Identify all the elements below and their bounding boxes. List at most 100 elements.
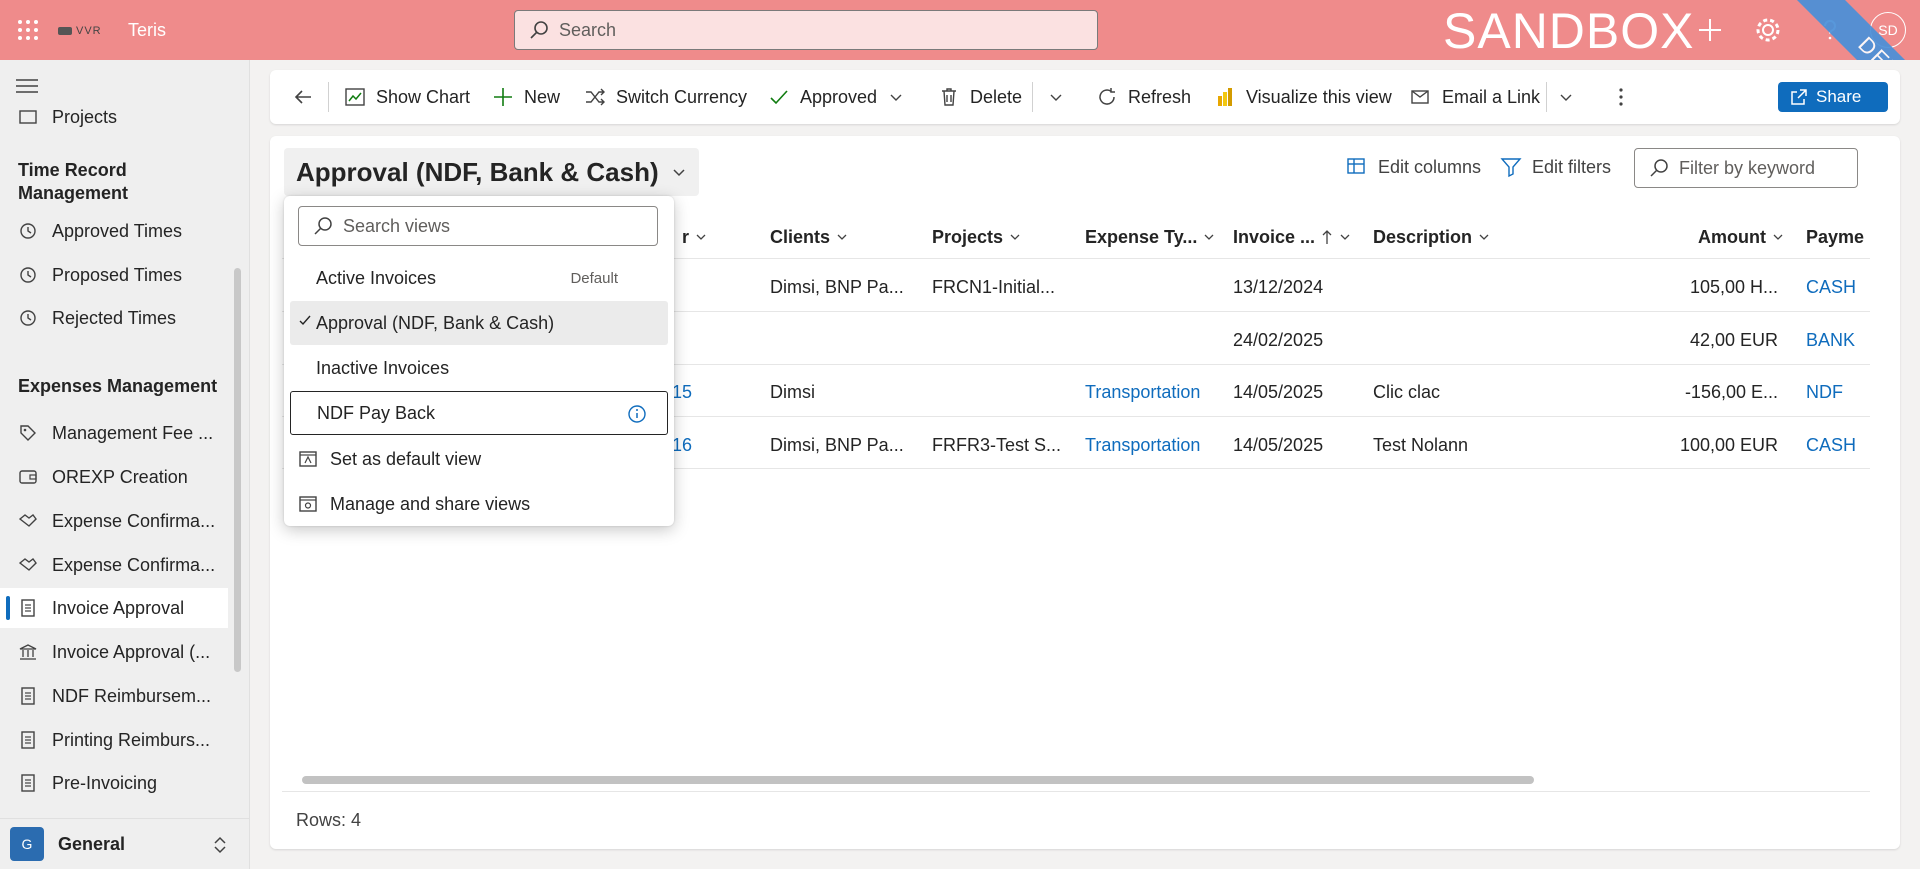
column-header-payment[interactable]: Payme (1806, 222, 1870, 252)
approved-label: Approved (800, 86, 878, 107)
new-label: New (524, 86, 561, 107)
column-header-expense-type[interactable]: Expense Ty... (1085, 222, 1215, 252)
cell-payment-link[interactable]: CASH (1806, 435, 1856, 456)
approved-button[interactable]: Approved (768, 70, 877, 124)
sidebar-scrollbar[interactable] (234, 268, 241, 672)
cell-client: Dimsi (770, 382, 815, 402)
cell-project: FRCN1-Initial... (932, 277, 1056, 297)
column-header-label: Projects (932, 226, 1004, 247)
manage-views-label: Manage and share views (330, 493, 531, 514)
view-option-approval[interactable]: Approval (NDF, Bank & Cash) (290, 301, 668, 345)
sidebar-item-orexp-creation[interactable]: OREXP Creation (0, 457, 228, 497)
set-default-view-button[interactable]: Set as default view (298, 439, 481, 479)
app-name[interactable]: Teris (128, 20, 166, 41)
cell-date: 13/12/2024 (1233, 277, 1324, 297)
new-button[interactable]: New (492, 70, 560, 124)
refresh-button[interactable]: Refresh (1096, 70, 1191, 124)
approved-dropdown-button[interactable] (888, 70, 904, 124)
filter-icon (1500, 158, 1522, 178)
gear-icon[interactable] (1754, 16, 1782, 44)
chevron-down-icon (1560, 94, 1572, 101)
column-header-description[interactable]: Description (1373, 222, 1490, 252)
delete-button[interactable]: Delete (938, 70, 1022, 124)
area-switcher[interactable]: G General (0, 818, 249, 869)
cell-payment-link[interactable]: NDF (1806, 382, 1843, 403)
power-bi-icon (1218, 88, 1232, 106)
trash-icon (942, 88, 956, 106)
search-views-input[interactable]: Search views (298, 206, 658, 246)
wallet-icon (19, 470, 37, 484)
manage-views-button[interactable]: Manage and share views (298, 484, 530, 524)
chevron-down-icon (1010, 234, 1020, 240)
plus-icon[interactable] (1696, 16, 1724, 44)
column-header-partial[interactable]: r (682, 222, 707, 252)
cell-payment-link[interactable]: CASH (1806, 277, 1856, 298)
column-header-amount[interactable]: Amount (1698, 222, 1784, 252)
cell-client: Dimsi, BNP Pa... (770, 435, 904, 455)
sidebar-item-proposed-times[interactable]: Proposed Times (0, 255, 228, 295)
cell-date: 14/05/2025 (1233, 382, 1324, 402)
sidebar-item-rejected-times[interactable]: Rejected Times (0, 298, 228, 338)
search-placeholder: Search (559, 19, 617, 40)
clock-icon (20, 310, 36, 326)
global-search-input[interactable]: Search (514, 10, 1098, 50)
sidebar-item-projects[interactable]: Projects (0, 96, 228, 138)
handshake-icon (18, 514, 37, 527)
sidebar-item-approved-times[interactable]: Approved Times (0, 211, 228, 251)
chevron-down-icon (1050, 94, 1062, 101)
sidebar-item-label: Printing Reimburs... (52, 729, 211, 750)
cell-expense-type-link[interactable]: Transportation (1085, 435, 1200, 456)
column-header-invoice-date[interactable]: Invoice ... (1233, 222, 1351, 252)
sidebar-item-ndf-reimbursement[interactable]: NDF Reimbursem... (0, 676, 228, 716)
app-launcher-icon[interactable] (16, 18, 40, 42)
view-selector[interactable]: Approval (NDF, Bank & Cash) (284, 148, 699, 196)
search-icon (1650, 159, 1668, 177)
sidebar-item-label: Pre-Invoicing (52, 772, 158, 793)
sidebar-item-label: Rejected Times (52, 307, 177, 328)
column-header-projects[interactable]: Projects (932, 222, 1021, 252)
search-views-placeholder: Search views (343, 215, 451, 236)
cell-description: Clic clac (1373, 382, 1441, 402)
share-label: Share (1816, 87, 1862, 106)
sidebar-item-label: Expense Confirma... (52, 554, 216, 575)
sidebar-item-invoice-approval[interactable]: Invoice Approval (0, 588, 228, 628)
sidebar-item-management-fee[interactable]: Management Fee ... (0, 413, 228, 453)
view-option-ndf-pay-back[interactable]: NDF Pay Back (290, 391, 668, 435)
visualize-button[interactable]: Visualize this view (1214, 70, 1392, 124)
back-button[interactable] (292, 70, 314, 124)
overflow-menu-button[interactable] (1618, 70, 1624, 124)
hamburger-menu-icon[interactable] (16, 78, 38, 94)
email-link-button[interactable]: Email a Link (1410, 70, 1540, 124)
email-link-icon (1411, 90, 1429, 104)
cell-record-link[interactable]: 15 (672, 382, 692, 403)
sidebar-item-expense-confirmation-2[interactable]: Expense Confirma... (0, 545, 228, 585)
view-option-label: Approval (NDF, Bank & Cash) (316, 312, 555, 333)
share-button[interactable]: Share (1778, 82, 1888, 112)
cell-payment-link[interactable]: BANK (1806, 330, 1855, 351)
area-label: General (58, 833, 126, 854)
sidebar-item-expense-confirmation-1[interactable]: Expense Confirma... (0, 501, 228, 541)
horizontal-scrollbar[interactable] (302, 776, 1534, 784)
info-icon[interactable] (627, 404, 647, 424)
company-logo: VVR (58, 22, 112, 40)
sidebar-item-printing-reimbursement[interactable]: Printing Reimburs... (0, 720, 228, 760)
view-option-inactive-invoices[interactable]: Inactive Invoices (290, 346, 668, 390)
document-icon (21, 599, 35, 617)
sidebar-item-invoice-approval-2[interactable]: Invoice Approval (... (0, 632, 228, 672)
edit-columns-button[interactable]: Edit columns (1346, 156, 1481, 178)
column-header-clients[interactable]: Clients (770, 222, 848, 252)
set-default-label: Set as default view (330, 448, 482, 469)
cell-record-link[interactable]: 16 (672, 435, 692, 456)
edit-filters-button[interactable]: Edit filters (1500, 156, 1611, 178)
filter-by-keyword-input[interactable]: Filter by keyword (1634, 148, 1858, 188)
show-chart-button[interactable]: Show Chart (344, 70, 470, 124)
sidebar-item-pre-invoicing[interactable]: Pre-Invoicing (0, 763, 228, 803)
email-dropdown-button[interactable] (1558, 70, 1574, 124)
search-icon (530, 21, 548, 39)
cell-expense-type-link[interactable]: Transportation (1085, 382, 1200, 403)
plus-icon (494, 88, 512, 106)
handshake-icon (18, 558, 37, 571)
more-dropdown-button[interactable] (1048, 70, 1064, 124)
view-option-active-invoices[interactable]: Active Invoices Default (290, 256, 668, 300)
switch-currency-button[interactable]: Switch Currency (584, 70, 747, 124)
